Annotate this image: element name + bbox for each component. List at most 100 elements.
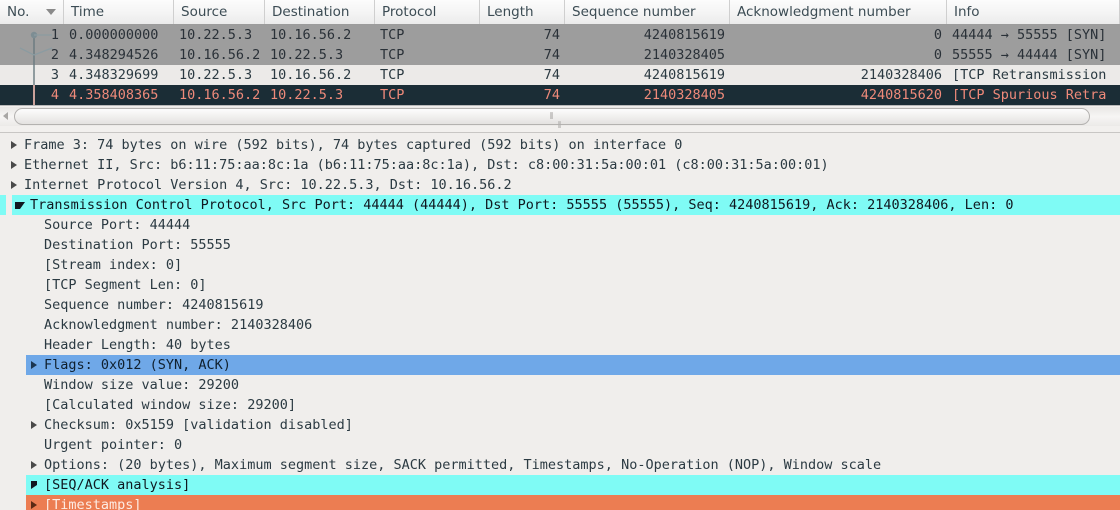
packet-cell-no: 2 [50,47,59,63]
packet-cell-source: 10.16.56.2 [179,87,261,103]
packet-row[interactable]: 3 4.348329699 10.22.5.3 10.16.56.2 TCP 74 4240… [0,65,1120,85]
packet-cell-seq: 2140328405 [643,87,725,103]
packet-cell-info: 44444 → 55555 [SYN] [952,27,1107,43]
scroll-left-arrow-icon[interactable] [3,112,8,120]
packet-cell-source: 10.22.5.3 [179,67,253,83]
expand-triangle-right-icon[interactable] [6,141,22,149]
expand-triangle-right-icon[interactable] [6,161,22,169]
packet-list-hscrollbar-area[interactable]: ⦀ ⦀ [0,105,1120,132]
detail-tree-label: Window size value: 29200 [44,377,240,393]
hscrollbar-thumb[interactable]: ⦀ [14,108,1090,125]
expand-triangle-right-icon[interactable] [26,461,42,469]
expand-triangle-right-icon[interactable] [6,181,22,189]
column-header-destination[interactable]: Destination [265,0,375,24]
packet-cell-protocol: TCP [380,27,405,43]
detail-tree-label: [Timestamps] [44,497,142,510]
column-header-label: No. [7,4,30,20]
expand-triangle-right-icon[interactable] [26,481,42,489]
column-header-protocol[interactable]: Protocol [375,0,480,24]
packet-cell-length: 74 [543,67,560,83]
packet-cell-info: [TCP Retransmission [952,67,1107,83]
detail-tree-label: Checksum: 0x5159 [validation disabled] [44,417,353,433]
detail-tree-row[interactable]: Checksum: 0x5159 [validation disabled] [0,415,1120,435]
column-header-label: Length [487,4,534,20]
column-header-label: Destination [272,4,350,20]
packet-cell-no: 3 [50,67,59,83]
column-header-no[interactable]: No. [0,0,64,24]
packet-cell-protocol: TCP [380,47,405,63]
sort-descending-icon[interactable] [46,9,56,15]
detail-tree-row[interactable]: Options: (20 bytes), Maximum segment siz… [0,455,1120,475]
packet-cell-info: 55555 → 44444 [SYN] [952,47,1107,63]
detail-tree-label: Acknowledgment number: 2140328406 [44,317,313,333]
packet-list-header[interactable]: No. Time Source Destination Protocol Length Se… [0,0,1120,25]
expand-triangle-down-icon[interactable] [12,201,28,209]
column-header-label: Source [181,4,228,20]
packet-cell-no: 4 [50,87,59,103]
detail-tree-row[interactable]: Transmission Control Protocol, Src Port:… [0,195,1120,215]
detail-tree-row[interactable]: Urgent pointer: 0 [0,435,1120,455]
column-header-acknowledgment-number[interactable]: Acknowledgment number [730,0,947,24]
packet-cell-time: 4.348329699 [69,67,159,83]
packet-cell-time: 4.358408365 [69,87,159,103]
packet-cell-ack: 0 [933,47,942,63]
detail-tree-label: [TCP Segment Len: 0] [44,277,207,293]
detail-tree-row[interactable]: Frame 3: 74 bytes on wire (592 bits), 74… [0,135,1120,155]
detail-tree-row[interactable]: Header Length: 40 bytes [0,335,1120,355]
detail-tree-row[interactable]: [SEQ/ACK analysis] [0,475,1120,495]
packet-cell-destination: 10.16.56.2 [270,67,352,83]
detail-tree-label: Internet Protocol Version 4, Src: 10.22.… [24,177,512,193]
detail-tree-row[interactable]: Ethernet II, Src: b6:11:75:aa:8c:1a (b6:… [0,155,1120,175]
detail-tree-row[interactable]: Destination Port: 55555 [0,235,1120,255]
column-header-label: Info [954,4,980,20]
packet-list-rows[interactable]: 1 0.000000000 10.22.5.3 10.16.56.2 TCP 74 4240… [0,25,1120,105]
tree-indent-spacer [0,495,26,510]
packet-cell-destination: 10.22.5.3 [270,87,344,103]
expand-triangle-right-icon[interactable] [26,501,42,509]
detail-tree-row[interactable]: Acknowledgment number: 2140328406 [0,315,1120,335]
detail-tree-label: Options: (20 bytes), Maximum segment siz… [44,457,882,473]
column-header-length[interactable]: Length [480,0,565,24]
packet-cell-destination: 10.16.56.2 [270,27,352,43]
detail-tree-row[interactable]: [TCP Segment Len: 0] [0,275,1120,295]
expand-triangle-right-icon[interactable] [26,421,42,429]
detail-tree-row[interactable]: Window size value: 29200 [0,375,1120,395]
packet-cell-time: 0.000000000 [69,27,159,43]
packet-cell-ack: 2140328406 [860,67,942,83]
column-header-label: Time [71,4,105,20]
tree-indent-spacer [0,355,26,375]
detail-tree-row[interactable]: Source Port: 44444 [0,215,1120,235]
detail-tree-label: [SEQ/ACK analysis] [44,477,191,493]
detail-tree-row[interactable]: Internet Protocol Version 4, Src: 10.22.… [0,175,1120,195]
packet-cell-protocol: TCP [380,87,405,103]
packet-row[interactable]: 4 4.358408365 10.16.56.2 10.22.5.3 TCP 74 2140… [0,85,1120,105]
packet-cell-length: 74 [543,27,560,43]
column-header-label: Acknowledgment number [737,4,911,20]
expand-triangle-right-icon[interactable] [26,361,42,369]
detail-tree-label: Transmission Control Protocol, Src Port:… [30,197,1014,213]
column-header-sequence-number[interactable]: Sequence number [565,0,730,24]
packet-cell-seq: 2140328405 [643,47,725,63]
packet-detail-pane[interactable]: Frame 3: 74 bytes on wire (592 bits), 74… [0,132,1120,510]
packet-list-pane[interactable]: No. Time Source Destination Protocol Length Se… [0,0,1120,105]
tree-indent-spacer [0,475,26,495]
column-header-label: Protocol [382,4,437,20]
column-header-time[interactable]: Time [64,0,174,24]
packet-cell-ack: 0 [933,27,942,43]
packet-cell-info: [TCP Spurious Retra [952,87,1107,103]
detail-tree-row[interactable]: Flags: 0x012 (SYN, ACK) [0,355,1120,375]
detail-tree-row[interactable]: Sequence number: 4240815619 [0,295,1120,315]
detail-tree-row[interactable]: [Calculated window size: 29200] [0,395,1120,415]
packet-cell-length: 74 [543,47,560,63]
scrollbar-grip-icon: ⦀ [549,111,555,122]
column-header-info[interactable]: Info [947,0,1120,24]
detail-tree-row[interactable]: [Timestamps] [0,495,1120,510]
packet-row[interactable]: 1 0.000000000 10.22.5.3 10.16.56.2 TCP 74 4240… [0,25,1120,45]
column-header-source[interactable]: Source [174,0,265,24]
packet-row[interactable]: 2 4.348294526 10.16.56.2 10.22.5.3 TCP 74 2140… [0,45,1120,65]
detail-tree-label: [Calculated window size: 29200] [44,397,296,413]
packet-cell-seq: 4240815619 [643,67,725,83]
column-header-label: Sequence number [572,4,696,20]
pane-splitter-handle[interactable]: ⦀ [558,121,563,131]
detail-tree-row[interactable]: [Stream index: 0] [0,255,1120,275]
